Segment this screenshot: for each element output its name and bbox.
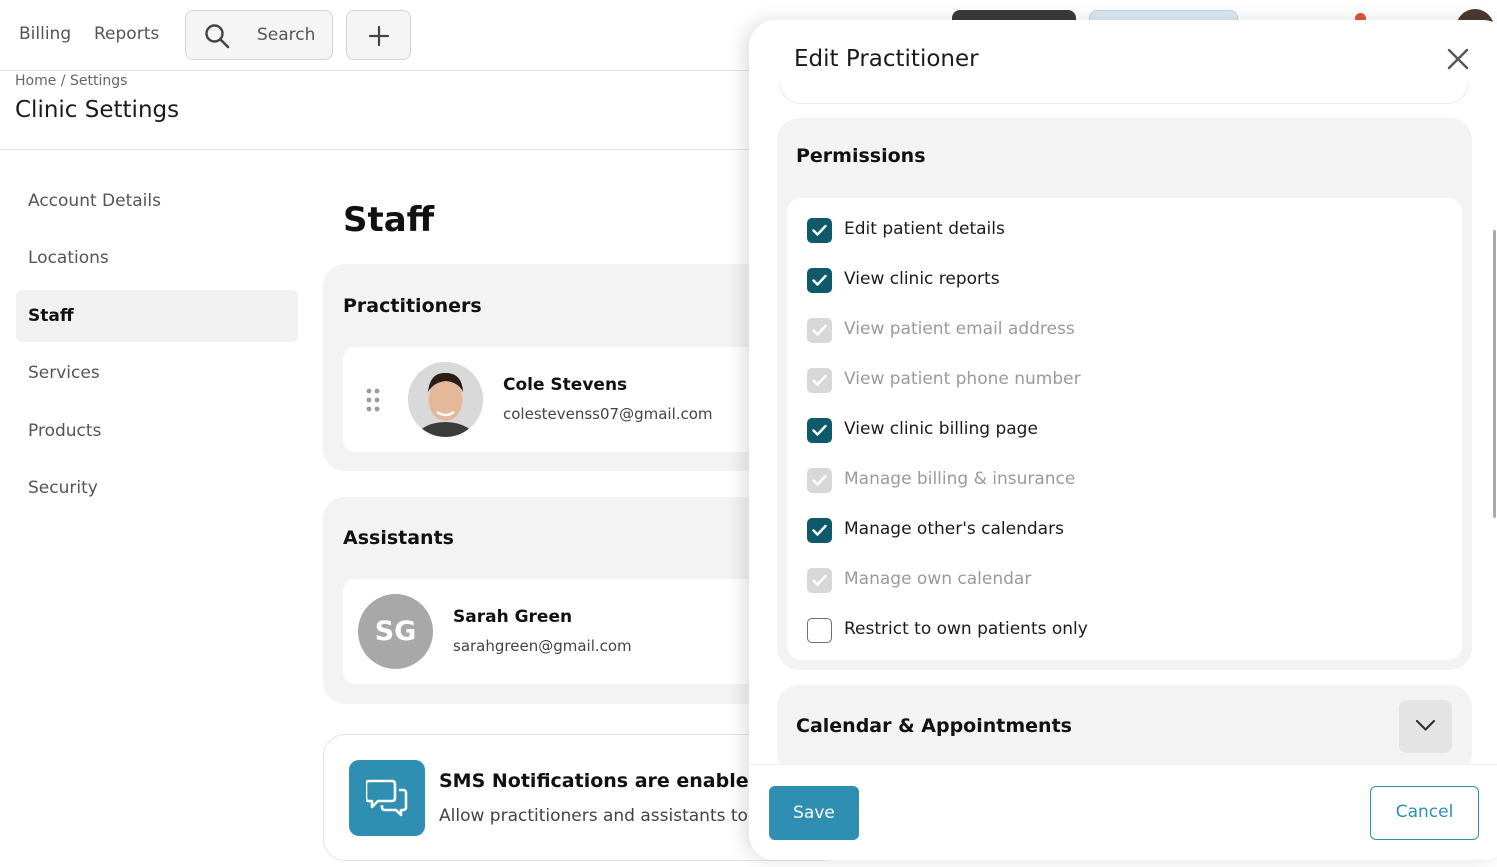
permission-label: Manage billing & insurance <box>844 469 1076 489</box>
checkbox-disabled <box>807 318 832 343</box>
calendar-appointments-title: Calendar & Appointments <box>796 715 1072 737</box>
permission-label: View patient phone number <box>844 369 1081 389</box>
checkbox-unchecked[interactable] <box>807 618 832 643</box>
sidebar-item-locations[interactable]: Locations <box>16 232 298 284</box>
sidebar-item-security[interactable]: Security <box>16 462 298 514</box>
check-icon <box>812 224 827 236</box>
save-button[interactable]: Save <box>769 786 859 840</box>
permission-label: View clinic reports <box>844 269 1000 289</box>
page-header: Home / Settings Clinic Settings <box>0 71 750 150</box>
permissions-section: Permissions Edit patient details View cl… <box>777 118 1472 670</box>
permission-label: View patient email address <box>844 319 1075 339</box>
chat-bubbles-icon <box>366 779 408 817</box>
nav-billing-link[interactable]: Billing <box>19 24 71 44</box>
sms-description: Allow practitioners and assistants to r <box>439 806 761 826</box>
expand-toggle-button[interactable] <box>1399 700 1452 753</box>
checkbox-checked[interactable] <box>807 268 832 293</box>
checkbox-checked[interactable] <box>807 518 832 543</box>
check-icon <box>812 574 827 586</box>
practitioners-title: Practitioners <box>343 295 482 317</box>
checkbox-checked[interactable] <box>807 218 832 243</box>
chevron-down-icon <box>1415 719 1436 731</box>
assistants-title: Assistants <box>343 527 454 549</box>
cancel-button[interactable]: Cancel <box>1370 786 1479 840</box>
sms-icon-tile <box>349 760 425 836</box>
permission-view-clinic-billing[interactable]: View clinic billing page <box>807 415 1407 445</box>
permission-label: Manage own calendar <box>844 569 1032 589</box>
permission-edit-patient-details[interactable]: Edit patient details <box>807 215 1407 245</box>
permission-label: Restrict to own patients only <box>844 619 1088 639</box>
checkbox-disabled <box>807 468 832 493</box>
permission-label: View clinic billing page <box>844 419 1038 439</box>
practitioner-email: colestevenss07@gmail.com <box>503 405 713 423</box>
check-icon <box>812 524 827 536</box>
staff-heading: Staff <box>343 200 435 240</box>
sidebar-item-services[interactable]: Services <box>16 347 298 399</box>
calendar-appointments-section[interactable]: Calendar & Appointments <box>777 685 1472 775</box>
person-photo-icon <box>408 362 483 437</box>
permission-manage-billing-insurance: Manage billing & insurance <box>807 465 1407 495</box>
assistant-name: Sarah Green <box>453 607 573 627</box>
sms-title: SMS Notifications are enabled fo <box>439 770 791 792</box>
check-icon <box>812 424 827 436</box>
checkbox-checked[interactable] <box>807 418 832 443</box>
assistant-email: sarahgreen@gmail.com <box>453 637 632 655</box>
page-title: Clinic Settings <box>15 97 180 123</box>
permission-label: Edit patient details <box>844 219 1005 239</box>
close-icon[interactable] <box>1443 44 1473 74</box>
modal-scrollbar[interactable] <box>1493 230 1496 518</box>
avatar: SG <box>358 594 433 669</box>
permissions-title: Permissions <box>796 145 926 167</box>
check-icon <box>812 374 827 386</box>
edit-practitioner-modal: Edit Practitioner Permissions Edit patie… <box>749 20 1497 860</box>
check-icon <box>812 474 827 486</box>
add-button[interactable] <box>346 10 411 60</box>
practitioner-name: Cole Stevens <box>503 375 628 395</box>
avatar <box>408 362 483 437</box>
permission-manage-others-calendars[interactable]: Manage other's calendars <box>807 515 1407 545</box>
permission-view-patient-phone: View patient phone number <box>807 365 1407 395</box>
check-icon <box>812 324 827 336</box>
plus-icon <box>368 25 390 47</box>
checkbox-disabled <box>807 568 832 593</box>
permission-restrict-own-patients[interactable]: Restrict to own patients only <box>807 615 1407 645</box>
sidebar-item-products[interactable]: Products <box>16 405 298 457</box>
checkbox-disabled <box>807 368 832 393</box>
permission-view-patient-email: View patient email address <box>807 315 1407 345</box>
search-button[interactable]: Search <box>185 10 333 60</box>
permission-manage-own-calendar: Manage own calendar <box>807 565 1407 595</box>
nav-reports-link[interactable]: Reports <box>94 24 159 44</box>
previous-section-edge <box>779 82 1469 104</box>
check-icon <box>812 274 827 286</box>
search-icon <box>205 24 230 49</box>
permission-view-clinic-reports[interactable]: View clinic reports <box>807 265 1407 295</box>
sidebar-item-staff[interactable]: Staff <box>16 290 298 342</box>
modal-footer: Save Cancel <box>749 764 1497 860</box>
sidebar-item-account-details[interactable]: Account Details <box>16 175 298 227</box>
breadcrumb[interactable]: Home / Settings <box>15 73 127 89</box>
modal-title: Edit Practitioner <box>794 46 979 72</box>
drag-handle-icon[interactable] <box>365 387 381 413</box>
permission-label: Manage other's calendars <box>844 519 1064 539</box>
permissions-list: Edit patient details View clinic reports… <box>787 198 1462 660</box>
search-label: Search <box>257 25 316 45</box>
